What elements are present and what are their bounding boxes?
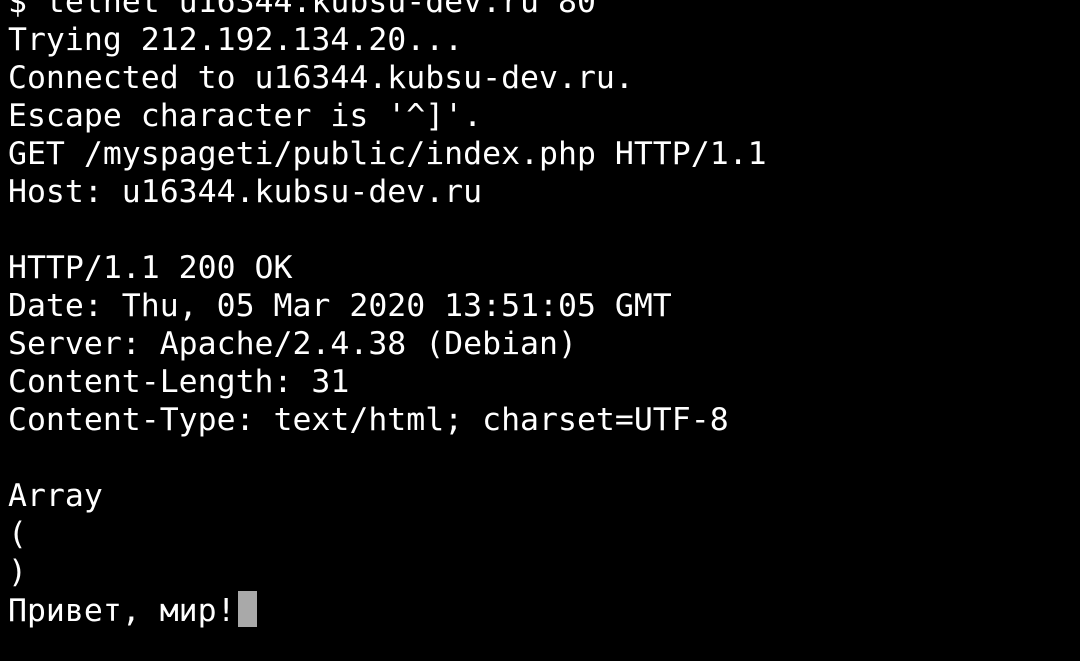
terminal-line-connected: Connected to u16344.kubsu-dev.ru. [8, 60, 634, 96]
terminal-line-host-header: Host: u16344.kubsu-dev.ru [8, 174, 483, 210]
terminal-line-open-paren: ( [8, 516, 27, 552]
terminal-line-get-request: GET /myspageti/public/index.php HTTP/1.1 [8, 136, 767, 172]
terminal-line-content-type: Content-Type: text/html; charset=UTF-8 [8, 402, 729, 438]
terminal-line-status: HTTP/1.1 200 OK [8, 250, 293, 286]
terminal-line-telnet-command: $ telnet u16344.kubsu-dev.ru 80 [8, 0, 596, 20]
terminal-cursor[interactable] [237, 591, 257, 627]
terminal-line-trying: Trying 212.192.134.20... [8, 22, 464, 58]
terminal-line-date-header: Date: Thu, 05 Mar 2020 13:51:05 GMT [8, 288, 672, 324]
terminal-output-greeting: Привет, мир! [8, 593, 236, 629]
terminal-line-content-length: Content-Length: 31 [8, 364, 350, 400]
terminal-line-array: Array [8, 478, 103, 514]
terminal-line-escape-character: Escape character is '^]'. [8, 98, 483, 134]
terminal-window[interactable]: $ telnet u16344.kubsu-dev.ru 80 Trying 2… [0, 0, 1080, 644]
terminal-line-close-paren: ) [8, 554, 27, 590]
terminal-line-server-header: Server: Apache/2.4.38 (Debian) [8, 326, 577, 362]
terminal-line-last: Привет, мир! [8, 591, 1080, 629]
